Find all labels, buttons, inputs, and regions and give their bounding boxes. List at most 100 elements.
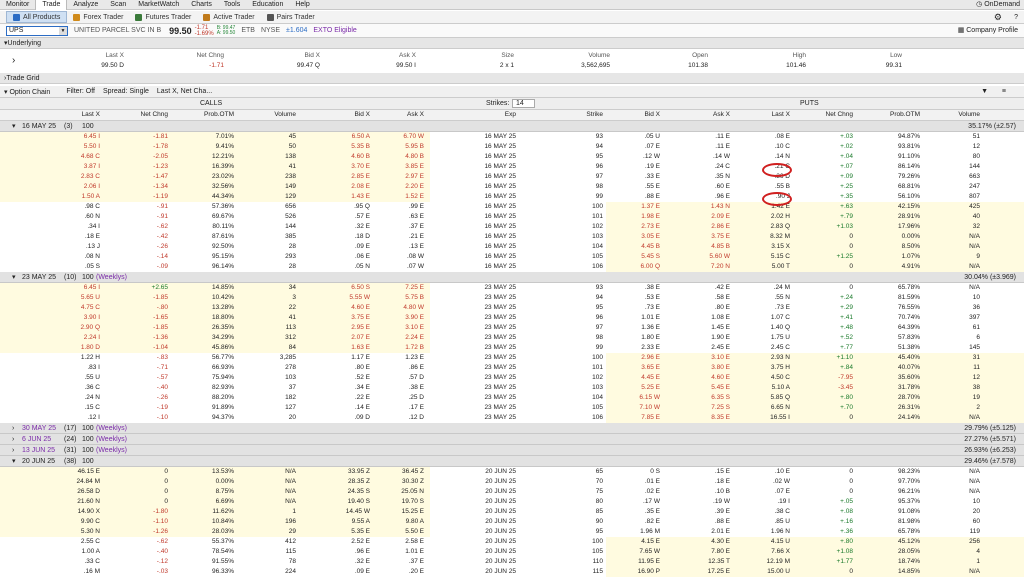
chevron-right-icon[interactable]: › — [12, 423, 14, 434]
exp-col-header[interactable]: Exp — [446, 110, 516, 120]
expiration-group-header[interactable]: ▾ 20 JUN 25 (38) 100 29.46% (±7.578) — [0, 456, 1024, 467]
call-cell[interactable]: .86 E — [358, 363, 424, 373]
call-cell[interactable]: .57 D — [358, 373, 424, 383]
expiration-group-header[interactable]: › 30 MAY 25 (17) 100 (Weeklys) 29.79% (±5.125… — [0, 423, 1024, 434]
put-cell[interactable]: 1.37 E — [594, 202, 660, 212]
put-cell[interactable]: 7.80 E — [664, 547, 730, 557]
put-cell[interactable]: 5.45 E — [664, 383, 730, 393]
call-cell[interactable]: 9.80 A — [358, 517, 424, 527]
call-cell[interactable]: 19.70 S — [358, 497, 424, 507]
put-cell[interactable]: 3.80 E — [664, 363, 730, 373]
call-col-header[interactable]: Volume — [226, 110, 296, 120]
chevron-down-icon[interactable]: ▼ — [59, 26, 67, 35]
call-cell[interactable]: 1.01 E — [358, 547, 424, 557]
put-cell[interactable]: 2.73 E — [594, 222, 660, 232]
put-cell[interactable]: 2.45 E — [664, 343, 730, 353]
put-cell[interactable]: 7.20 N — [664, 262, 730, 272]
put-cell[interactable]: 3.10 E — [664, 353, 730, 363]
put-cell[interactable]: .82 E — [594, 517, 660, 527]
menu-marketwatch[interactable]: MarketWatch — [132, 0, 185, 10]
call-cell[interactable]: 1.23 E — [358, 353, 424, 363]
menu-monitor[interactable]: Monitor — [0, 0, 35, 10]
filter-icon[interactable]: ▼ — [981, 88, 988, 95]
call-cell[interactable]: .17 E — [358, 403, 424, 413]
put-cell[interactable]: .80 E — [664, 303, 730, 313]
chevron-down-icon[interactable]: ▾ — [12, 456, 16, 467]
put-cell[interactable]: .35 N — [664, 172, 730, 182]
menu-analyze[interactable]: Analyze — [67, 0, 104, 10]
call-cell[interactable]: 6.70 W — [358, 132, 424, 142]
put-cell[interactable]: 6.15 W — [594, 393, 660, 403]
menu-icon[interactable]: ≡ — [1002, 88, 1006, 95]
underlying-section-header[interactable]: ▾ Underlying — [0, 38, 1024, 49]
menu-trade[interactable]: Trade — [35, 0, 68, 10]
put-cell[interactable]: 7.25 S — [664, 403, 730, 413]
call-cell[interactable]: .99 E — [358, 202, 424, 212]
put-cell[interactable]: .88 E — [664, 517, 730, 527]
call-cell[interactable]: .37 E — [358, 222, 424, 232]
menu-scan[interactable]: Scan — [104, 0, 132, 10]
call-cell[interactable]: 5.50 E — [358, 527, 424, 537]
put-cell[interactable]: 1.01 E — [594, 313, 660, 323]
expiration-group-header[interactable]: › 6 JUN 25 (24) 100 (Weeklys) 27.27% (±5.571) — [0, 434, 1024, 445]
tab-active-trader[interactable]: Active Trader — [197, 11, 260, 23]
put-col-header[interactable]: Bid X — [590, 110, 660, 120]
put-cell[interactable]: 2.86 E — [664, 222, 730, 232]
call-cell[interactable]: 2.24 E — [358, 333, 424, 343]
call-cell[interactable]: 7.25 E — [358, 283, 424, 293]
call-cell[interactable]: 2.97 E — [358, 172, 424, 182]
put-cell[interactable]: 7.65 W — [594, 547, 660, 557]
chevron-right-icon[interactable]: › — [12, 55, 15, 66]
call-cell[interactable]: 15.25 E — [358, 507, 424, 517]
put-cell[interactable]: .58 E — [664, 293, 730, 303]
call-cell[interactable]: 5.75 B — [358, 293, 424, 303]
call-cell[interactable]: 1.72 B — [358, 343, 424, 353]
put-cell[interactable]: .96 E — [664, 192, 730, 202]
put-cell[interactable]: .10 B — [664, 487, 730, 497]
put-cell[interactable]: .38 E — [594, 283, 660, 293]
menu-help[interactable]: Help — [289, 0, 315, 10]
tab-pairs-trader[interactable]: Pairs Trader — [261, 11, 321, 23]
call-cell[interactable]: 1.52 E — [358, 192, 424, 202]
put-cell[interactable]: .53 E — [594, 293, 660, 303]
put-cell[interactable]: .55 E — [594, 182, 660, 192]
put-cell[interactable]: 1.90 E — [664, 333, 730, 343]
put-cell[interactable]: .12 W — [594, 152, 660, 162]
call-cell[interactable]: .20 E — [358, 567, 424, 577]
put-cell[interactable]: .18 E — [664, 477, 730, 487]
put-cell[interactable]: 7.10 W — [594, 403, 660, 413]
put-cell[interactable]: .07 E — [594, 142, 660, 152]
call-cell[interactable]: .13 E — [358, 242, 424, 252]
call-cell[interactable]: 3.10 E — [358, 323, 424, 333]
option-chain-toggle[interactable]: ▾ Option Chain — [4, 88, 58, 96]
expiration-group-header[interactable]: › 13 JUN 25 (31) 100 (Weeklys) 26.93% (±6.253… — [0, 445, 1024, 456]
chevron-right-icon[interactable]: › — [12, 434, 14, 445]
call-cell[interactable]: 2.58 E — [358, 537, 424, 547]
call-cell[interactable]: 30.30 Z — [358, 477, 424, 487]
put-cell[interactable]: 5.60 W — [664, 252, 730, 262]
put-cell[interactable]: 12.35 T — [664, 557, 730, 567]
put-cell[interactable]: 4.60 E — [664, 373, 730, 383]
call-cell[interactable]: .63 E — [358, 212, 424, 222]
chevron-down-icon[interactable]: ▾ — [12, 121, 16, 132]
call-cell[interactable]: 3.85 E — [358, 162, 424, 172]
put-cell[interactable]: 3.65 E — [594, 363, 660, 373]
put-cell[interactable]: 6.00 Q — [594, 262, 660, 272]
chevron-right-icon[interactable]: › — [12, 445, 14, 456]
call-col-header[interactable]: Ask X — [354, 110, 424, 120]
put-cell[interactable]: .02 E — [594, 487, 660, 497]
put-cell[interactable]: 5.45 S — [594, 252, 660, 262]
put-cell[interactable]: 7.85 E — [594, 413, 660, 423]
call-cell[interactable]: 36.45 Z — [358, 467, 424, 477]
call-cell[interactable]: .38 E — [358, 383, 424, 393]
put-cell[interactable]: .73 E — [594, 303, 660, 313]
put-cell[interactable]: .15 E — [664, 467, 730, 477]
put-cell[interactable]: 5.25 E — [594, 383, 660, 393]
tab-futures-trader[interactable]: Futures Trader — [129, 11, 197, 23]
put-col-header[interactable]: Last X — [720, 110, 790, 120]
call-cell[interactable]: .08 W — [358, 252, 424, 262]
put-cell[interactable]: .11 E — [664, 142, 730, 152]
put-cell[interactable]: 4.45 E — [594, 373, 660, 383]
put-cell[interactable]: 1.45 E — [664, 323, 730, 333]
call-cell[interactable]: .21 E — [358, 232, 424, 242]
